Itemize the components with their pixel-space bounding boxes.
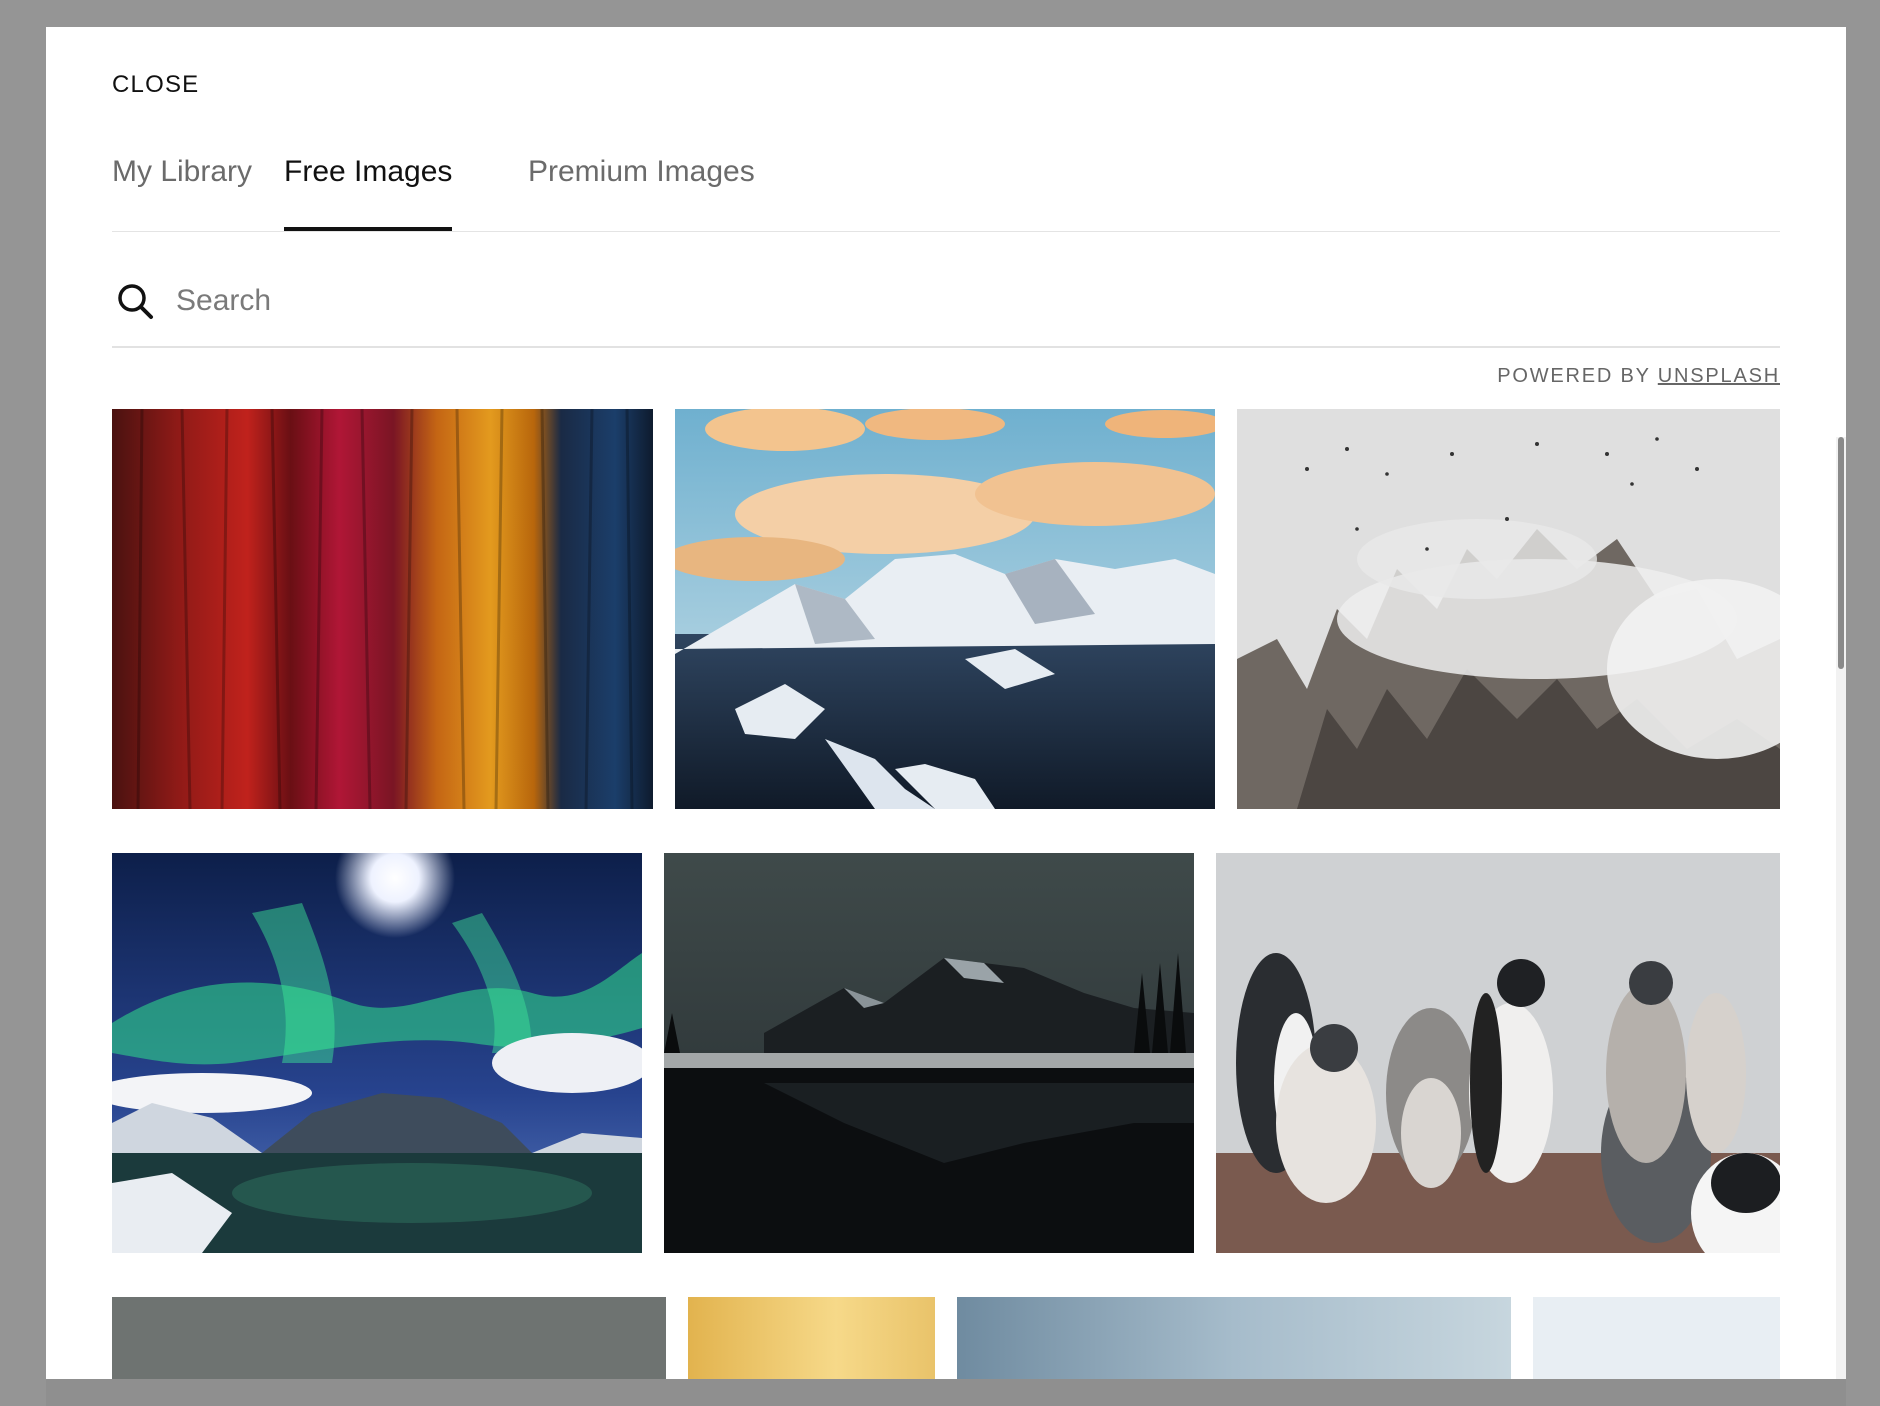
- image-source-tabs: My Library Free Images Premium Images: [112, 155, 1780, 232]
- misty-peaks-image: [1237, 409, 1780, 809]
- search-icon[interactable]: [116, 282, 154, 320]
- search-bar: [112, 232, 1780, 348]
- backdrop-bottom-bar: [46, 1379, 1846, 1406]
- tab-premium-images[interactable]: Premium Images: [528, 155, 755, 229]
- image-tile-overcast[interactable]: [112, 1297, 666, 1379]
- overcast-image: [112, 1297, 666, 1379]
- misty-blue-image: [957, 1297, 1511, 1379]
- image-tile-aurora[interactable]: [112, 853, 642, 1253]
- golden-sky-image: [688, 1297, 935, 1379]
- image-tile-dark-lake[interactable]: [664, 853, 1194, 1253]
- image-tile-pale-sky[interactable]: [1533, 1297, 1780, 1379]
- tab-my-library[interactable]: My Library: [112, 155, 252, 229]
- search-input[interactable]: [174, 276, 1078, 326]
- pale-sky-image: [1533, 1297, 1780, 1379]
- aurora-image: [112, 853, 642, 1253]
- dark-lake-image: [664, 853, 1194, 1253]
- fabric-image: [112, 409, 653, 809]
- close-button[interactable]: CLOSE: [112, 71, 199, 99]
- image-tile-golden-sky[interactable]: [688, 1297, 935, 1379]
- image-tile-penguins[interactable]: [1216, 853, 1780, 1253]
- image-tile-misty-peaks[interactable]: [1237, 409, 1780, 809]
- unsplash-link[interactable]: UNSPLASH: [1658, 365, 1780, 387]
- image-tile-misty-blue[interactable]: [957, 1297, 1511, 1379]
- penguins-image: [1216, 853, 1780, 1253]
- image-grid: [112, 409, 1780, 1379]
- scrollbar-thumb[interactable]: [1838, 437, 1844, 669]
- powered-by-label: POWERED BY: [1497, 365, 1651, 387]
- image-tile-fabric[interactable]: [112, 409, 653, 809]
- image-tile-snowy-mountains[interactable]: [675, 409, 1215, 809]
- image-picker-modal: CLOSE My Library Free Images Premium Ima…: [46, 27, 1846, 1379]
- tab-free-images[interactable]: Free Images: [284, 155, 453, 231]
- powered-by-unsplash: POWERED BY UNSPLASH: [1497, 365, 1780, 388]
- snowy-mountains-image: [675, 409, 1215, 809]
